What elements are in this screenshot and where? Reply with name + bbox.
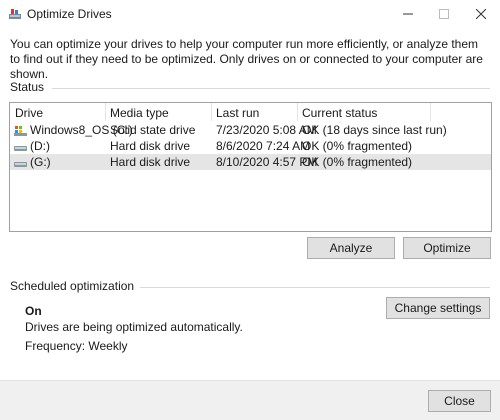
optimize-button[interactable]: Optimize [403,237,491,259]
column-header-last-run[interactable]: Last run [216,106,259,120]
current-status: OK (18 days since last run) [302,123,447,137]
column-header-current-status[interactable]: Current status [302,106,377,120]
last-run: 8/6/2020 7:24 AM [216,139,311,153]
intro-text: You can optimize your drives to help you… [10,37,483,81]
drives-list[interactable]: Drive Media type Last run Current status… [9,102,492,232]
status-divider [52,88,490,89]
column-separator[interactable] [105,103,106,121]
drive-row[interactable]: (G:) Hard disk drive 8/10/2020 4:57 PM O… [10,154,491,170]
analyze-button[interactable]: Analyze [307,237,395,259]
list-header: Drive Media type Last run Current status [10,103,491,121]
drive-name: (D:) [30,139,50,153]
window-title: Optimize Drives [27,7,112,21]
hard-drive-icon [14,162,27,167]
media-type: Hard disk drive [110,155,191,169]
column-header-media-type[interactable]: Media type [110,106,169,120]
column-separator[interactable] [430,103,431,121]
drive-row[interactable]: Windows8_OS (C:) Solid state drive 7/23/… [10,122,491,138]
window-close-button[interactable] [458,0,500,28]
optimize-drives-app-icon [9,9,21,19]
current-status: OK (0% fragmented) [302,155,413,169]
scheduled-section-label: Scheduled optimization [10,279,135,293]
close-icon [476,9,486,19]
hard-drive-icon [14,146,27,151]
schedule-frequency: Frequency: Weekly [25,339,128,353]
minimize-icon [403,13,413,15]
status-section-label: Status [10,80,45,94]
schedule-state: On [25,304,42,318]
os-drive-icon [14,126,27,136]
media-type: Solid state drive [110,123,196,137]
current-status: OK (0% fragmented) [302,139,413,153]
title-bar: Optimize Drives [0,0,500,28]
maximize-icon [439,9,449,19]
scheduled-divider [140,287,490,288]
drive-name: (G:) [30,155,51,169]
column-header-drive[interactable]: Drive [15,106,43,120]
media-type: Hard disk drive [110,139,191,153]
column-separator[interactable] [211,103,212,121]
close-button[interactable]: Close [428,390,491,412]
drive-row[interactable]: (D:) Hard disk drive 8/6/2020 7:24 AM OK… [10,138,491,154]
column-separator[interactable] [297,103,298,121]
change-settings-button[interactable]: Change settings [386,297,490,319]
dialog-footer: Close [0,380,500,420]
schedule-description: Drives are being optimized automatically… [25,320,243,334]
